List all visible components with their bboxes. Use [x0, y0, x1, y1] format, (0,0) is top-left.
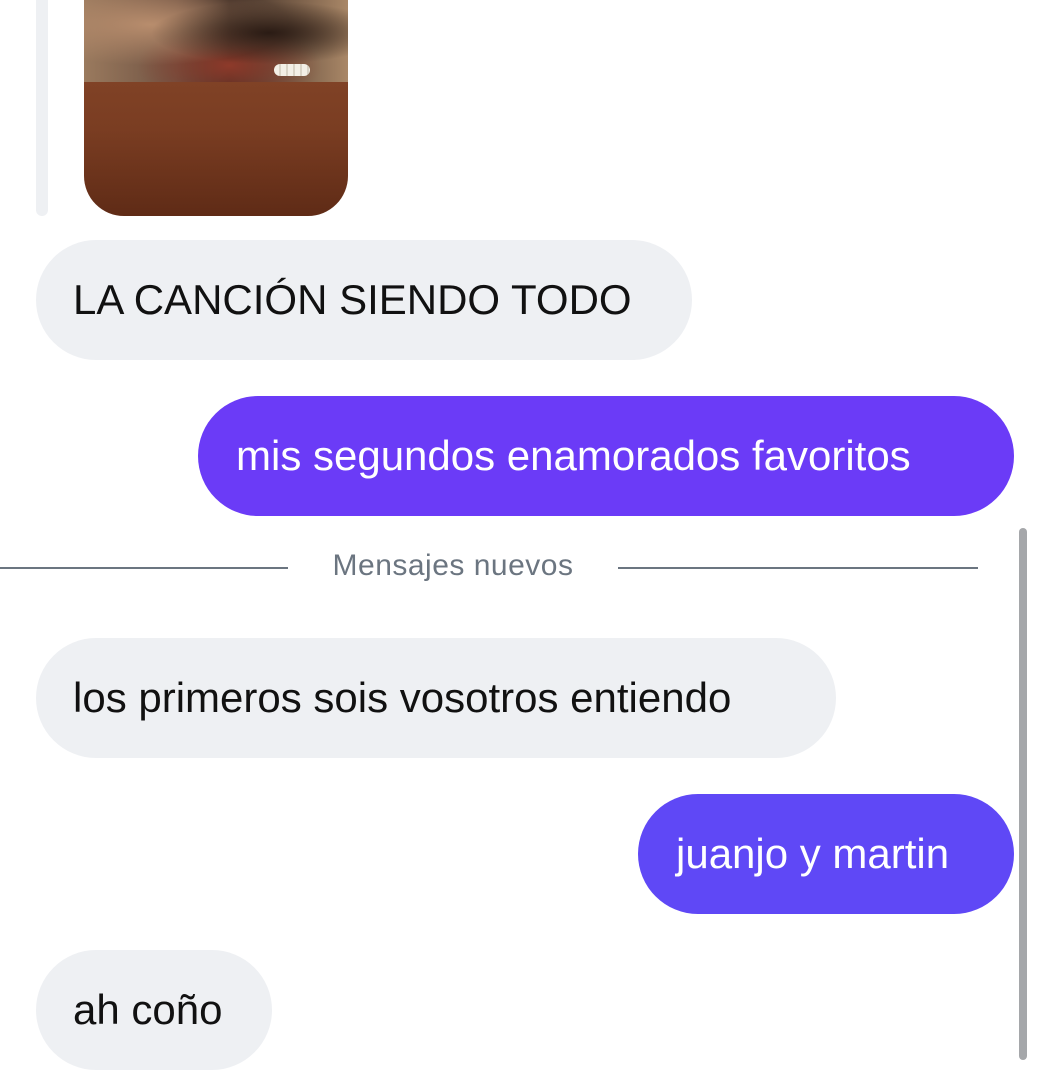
message-bubble-outgoing[interactable]: juanjo y martin [638, 794, 1014, 914]
message-text: juanjo y martin [676, 830, 950, 877]
message-bubble-outgoing[interactable]: mis segundos enamorados favoritos [198, 396, 1014, 516]
shared-photo-image [84, 0, 348, 82]
shared-photo-card[interactable] [84, 0, 348, 216]
reply-thread-line [36, 0, 48, 216]
bracelet-detail [274, 64, 310, 76]
message-text: LA CANCIÓN SIENDO TODO [73, 276, 632, 323]
message-bubble-incoming[interactable]: los primeros sois vosotros entiendo [36, 638, 836, 758]
message-text: mis segundos enamorados favoritos [236, 432, 911, 479]
new-messages-divider-left [0, 567, 288, 569]
message-text: los primeros sois vosotros entiendo [73, 674, 732, 721]
new-messages-divider-right [618, 567, 978, 569]
message-text: ah coño [73, 986, 223, 1033]
scrollbar[interactable] [1019, 528, 1027, 1060]
message-bubble-incoming[interactable]: LA CANCIÓN SIENDO TODO [36, 240, 692, 360]
message-bubble-incoming[interactable]: ah coño [36, 950, 272, 1070]
new-messages-label: Mensajes nuevos [332, 549, 574, 582]
